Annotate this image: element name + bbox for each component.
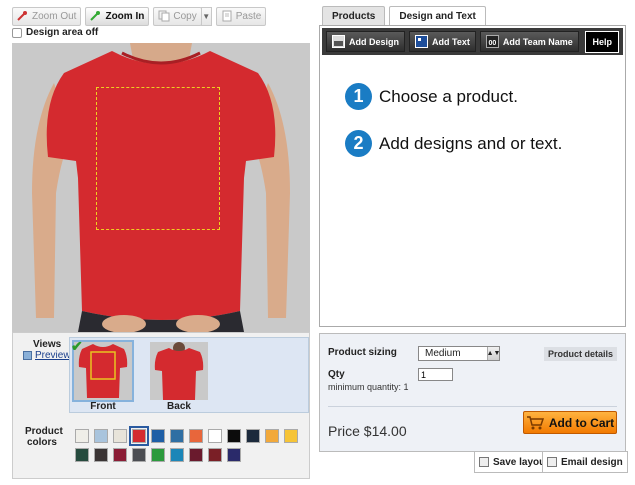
cart-icon <box>526 415 544 429</box>
zoom-out-icon <box>17 11 27 21</box>
views-selector: ✔ Front Back <box>69 337 309 413</box>
save-layout-label: Save layout <box>493 456 549 468</box>
views-panel: Views Preview ✔ Front Back Product color… <box>12 332 310 479</box>
preview-icon <box>23 351 32 360</box>
color-swatch[interactable] <box>208 429 222 443</box>
color-swatch[interactable] <box>189 448 203 462</box>
price-text: Price $14.00 <box>328 423 407 439</box>
color-swatch[interactable] <box>132 448 146 462</box>
add-team-name-button[interactable]: 00 Add Team Name <box>479 31 579 52</box>
help-button[interactable]: Help <box>585 30 619 53</box>
color-swatch[interactable] <box>75 448 89 462</box>
save-icon <box>479 457 489 467</box>
copy-icon <box>158 10 170 22</box>
step-number-badge: 1 <box>345 83 372 110</box>
size-select[interactable]: Medium ▲▼ <box>418 346 500 361</box>
design-area-checkbox[interactable] <box>12 27 22 38</box>
color-swatch[interactable] <box>189 429 203 443</box>
color-swatch[interactable] <box>151 448 165 462</box>
tab-design-and-text[interactable]: Design and Text <box>389 6 486 26</box>
team-number-icon: 00 <box>485 35 499 48</box>
step-one: 1 Choose a product. <box>345 83 518 110</box>
order-panel: Product sizing Medium ▲▼ Product details… <box>319 333 626 452</box>
step-two: 2 Add designs and or text. <box>345 130 562 157</box>
text-icon <box>415 35 429 48</box>
zoom-out-label: Zoom Out <box>32 10 77 22</box>
design-panel: Add Design Add Text 00 Add Team Name Hel… <box>319 25 626 327</box>
print-area-outline[interactable] <box>96 87 220 230</box>
step-text: Choose a product. <box>379 86 518 106</box>
color-swatch[interactable] <box>113 448 127 462</box>
color-swatch[interactable] <box>75 429 89 443</box>
product-canvas[interactable] <box>12 43 310 332</box>
color-swatch[interactable] <box>170 448 184 462</box>
zoom-in-button[interactable]: Zoom In <box>85 6 150 26</box>
preview-link[interactable]: Preview <box>23 350 71 361</box>
step-number-badge: 2 <box>345 130 372 157</box>
selected-check-icon: ✔ <box>71 338 83 354</box>
zoom-out-button[interactable]: Zoom Out <box>12 6 82 26</box>
view-back-label: Back <box>167 401 191 412</box>
email-icon <box>547 457 557 467</box>
add-team-name-label: Add Team Name <box>502 36 573 47</box>
color-swatch[interactable] <box>284 429 298 443</box>
email-design-label: Email design <box>561 456 623 468</box>
color-swatch[interactable] <box>227 448 241 462</box>
add-text-button[interactable]: Add Text <box>409 31 476 52</box>
copy-dropdown-button[interactable]: ▼ <box>200 6 212 26</box>
color-swatch-grid <box>75 426 298 462</box>
design-area-toggle[interactable]: Design area off <box>12 27 98 38</box>
panel-tabs: Products Design and Text <box>322 6 486 26</box>
view-thumb-back[interactable] <box>150 342 208 400</box>
color-swatch[interactable] <box>94 429 108 443</box>
qty-label: Qty <box>328 369 345 380</box>
canvas-toolbar: Zoom Out Zoom In Copy ▼ Paste <box>12 6 267 26</box>
zoom-in-icon <box>90 11 101 21</box>
preview-label: Preview <box>35 350 71 361</box>
product-sizing-label: Product sizing <box>328 347 397 358</box>
minimum-quantity-text: minimum quantity: 1 <box>328 382 409 392</box>
color-swatch[interactable] <box>94 448 108 462</box>
copy-label: Copy <box>173 10 197 22</box>
paste-button[interactable]: Paste <box>215 6 267 26</box>
tab-products[interactable]: Products <box>322 6 386 26</box>
color-swatch[interactable] <box>246 429 260 443</box>
email-design-button[interactable]: Email design <box>542 451 628 473</box>
add-design-button[interactable]: Add Design <box>326 31 406 52</box>
color-swatch[interactable] <box>170 429 184 443</box>
add-design-label: Add Design <box>349 36 400 47</box>
qty-input[interactable] <box>418 368 453 381</box>
design-action-bar: Add Design Add Text 00 Add Team Name Hel… <box>322 28 623 55</box>
image-icon <box>332 35 345 48</box>
product-details-button[interactable]: Product details <box>543 347 617 361</box>
copy-button[interactable]: Copy <box>153 6 202 26</box>
color-swatch[interactable] <box>151 429 165 443</box>
color-swatch[interactable] <box>265 429 279 443</box>
zoom-in-label: Zoom In <box>105 10 145 22</box>
product-colors-label: Product colors <box>25 426 63 448</box>
add-to-cart-label: Add to Cart <box>548 415 615 430</box>
view-front-label: Front <box>90 401 116 412</box>
view-thumb-front[interactable]: ✔ <box>71 338 134 402</box>
add-text-label: Add Text <box>432 36 470 47</box>
chevron-down-icon: ▼ <box>202 11 211 21</box>
divider <box>328 406 617 407</box>
color-swatch[interactable] <box>208 448 222 462</box>
add-to-cart-button[interactable]: Add to Cart <box>523 411 617 434</box>
step-text: Add designs and or text. <box>379 133 563 153</box>
design-area-label: Design area off <box>26 27 99 38</box>
color-swatch[interactable] <box>227 429 241 443</box>
paste-label: Paste <box>235 10 262 22</box>
size-select-value: Medium <box>425 348 461 359</box>
select-arrows-icon: ▲▼ <box>487 347 500 360</box>
color-swatch[interactable] <box>113 429 127 443</box>
color-swatch[interactable] <box>129 426 149 446</box>
paste-icon <box>222 10 232 22</box>
views-label: Views <box>33 339 62 350</box>
back-shirt-thumbnail <box>154 342 204 400</box>
